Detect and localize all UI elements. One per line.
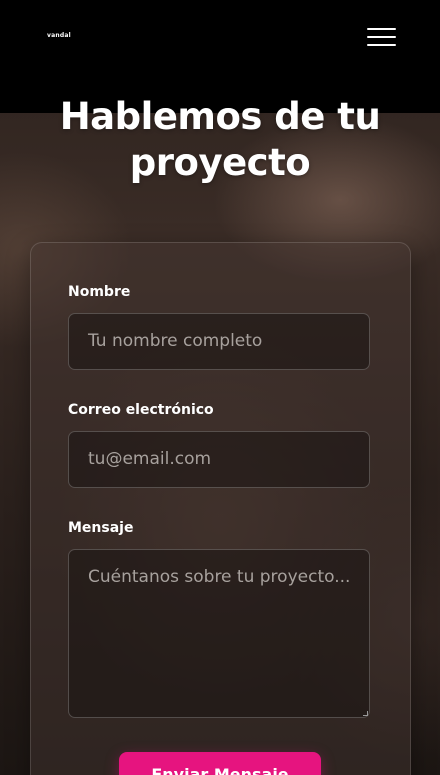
name-label: Nombre xyxy=(68,284,131,300)
page-title-line-1: Hablemos de tu xyxy=(59,95,381,138)
message-textarea[interactable]: Cuéntanos sobre tu proyecto... xyxy=(68,549,370,718)
menu-line xyxy=(367,44,396,46)
email-input-placeholder: tu@email.com xyxy=(88,449,212,469)
message-label: Mensaje xyxy=(68,520,134,536)
menu-line xyxy=(367,36,396,38)
brand-logo[interactable]: vandal xyxy=(47,32,71,39)
submit-button[interactable]: Enviar Mensaje xyxy=(119,752,321,775)
page-title: Hablemos de tu proyecto xyxy=(40,94,400,186)
email-input[interactable]: tu@email.com xyxy=(68,431,370,488)
email-label: Correo electrónico xyxy=(68,402,214,418)
name-input-placeholder: Tu nombre completo xyxy=(88,331,263,351)
menu-line xyxy=(367,28,396,30)
message-textarea-placeholder: Cuéntanos sobre tu proyecto... xyxy=(88,567,351,587)
resize-handle-icon[interactable] xyxy=(363,711,368,716)
page-title-line-2: proyecto xyxy=(129,141,311,184)
name-input[interactable]: Tu nombre completo xyxy=(68,313,370,370)
hamburger-menu-icon[interactable] xyxy=(367,27,397,47)
page: vandal Hablemos de tu proyecto Nombre Tu… xyxy=(0,0,440,775)
